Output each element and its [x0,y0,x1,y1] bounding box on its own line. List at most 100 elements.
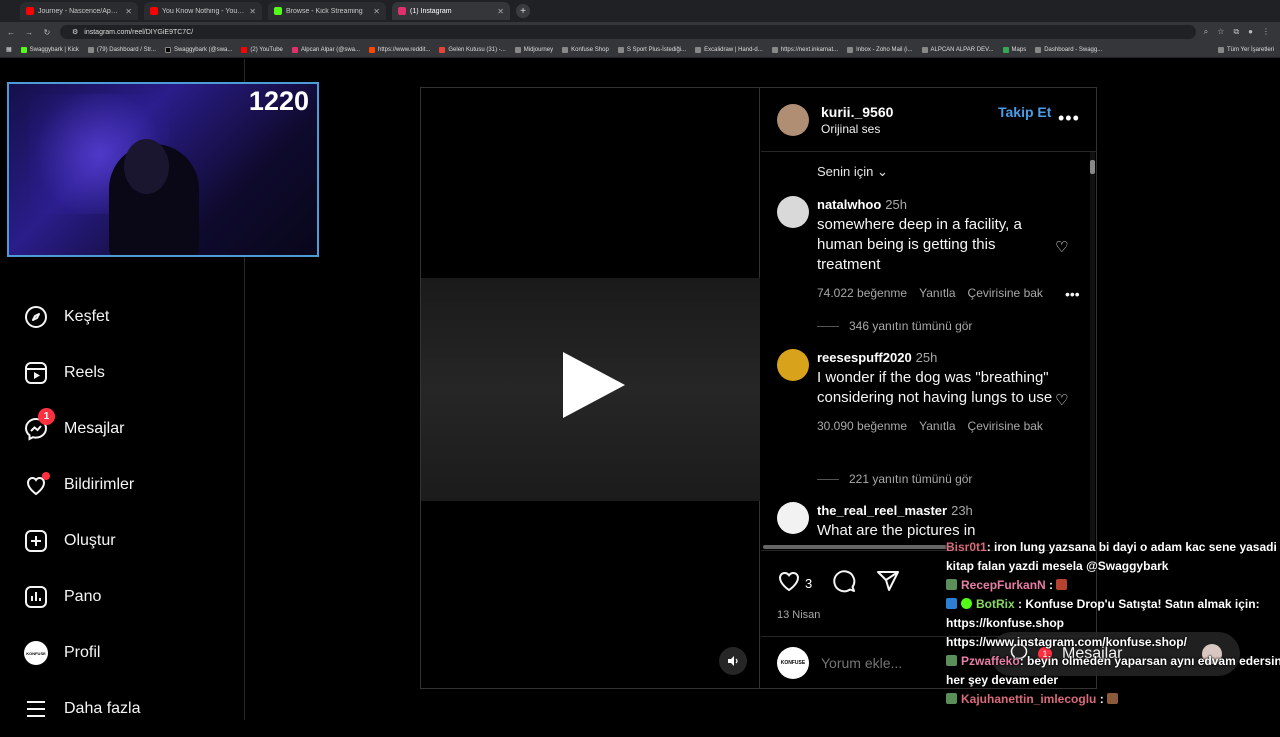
browser-tab[interactable]: Journey - Nascence/Apotheosis ✕ [20,2,138,20]
comment-like-icon[interactable]: ♡ [1055,391,1068,409]
commenter-avatar[interactable] [777,349,809,381]
bookmark[interactable]: Excalidraw | Hand-d... [695,46,763,53]
sidebar-item-explore[interactable]: Keşfet [24,289,141,345]
author-username[interactable]: kurii._9560 [821,104,893,120]
menu-dots-icon[interactable]: ⋮ [1262,27,1270,37]
bookmark[interactable]: https://next.inkarnat... [771,46,838,53]
sidebar-item-create[interactable]: Oluştur [24,513,141,569]
browser-tab[interactable]: You Know Nothing - YouTube ✕ [144,2,262,20]
reply-button[interactable]: Yanıtla [919,286,955,300]
chat-text: https://konfuse.shop [946,616,1064,630]
profile-avatar: KONFUSE [24,641,48,665]
comment-username[interactable]: natalwhoo [817,197,881,212]
sidebar-item-dashboard[interactable]: Pano [24,569,141,625]
scrollbar-thumb[interactable] [763,545,953,549]
bookmark[interactable]: Dashboard - Swagg... [1035,46,1102,53]
translate-button[interactable]: Çevirisine bak [968,286,1043,300]
profile-icon[interactable]: ● [1248,27,1253,37]
comment-actions: 30.090 beğenme Yanıtla Çevirisine bak [817,419,1057,433]
extension-icon[interactable]: ⧉ [1233,27,1239,37]
comment-sort-dropdown[interactable]: Senin için ⌄ [817,164,888,180]
bookmark[interactable]: Inbox - Zoho Mail (i... [847,46,913,53]
webcam-person-head [124,139,169,194]
bookmark-label: S Sport Plus-İstediği... [626,46,687,53]
close-tab-icon[interactable]: ✕ [497,7,504,16]
bookmark[interactable]: Maps [1002,46,1027,53]
sidebar-nav: Keşfet Reels 1 Mesajlar Bildirimler Oluş… [24,289,141,737]
bookmark[interactable]: Swaggybark | Kick [20,46,79,53]
author-avatar[interactable] [777,103,809,136]
translate-button[interactable]: Çevirisine bak [968,419,1043,433]
bookmark[interactable]: (2) YouTube [241,46,283,53]
sidebar-item-label: Mesajlar [64,420,125,437]
view-replies-label: 346 yanıtın tümünü gör [849,319,973,333]
close-tab-icon[interactable]: ✕ [249,7,256,16]
comment-header: reesespuff2020 25h [817,349,1057,367]
bookmark-label: Maps [1011,46,1027,53]
comments-scrollbar[interactable] [1090,152,1095,548]
all-bookmarks[interactable]: Tüm Yer İşaretleri [1217,46,1274,53]
sidebar-item-notifications[interactable]: Bildirimler [24,457,141,513]
comment-like-icon[interactable]: ♡ [1055,238,1068,256]
view-replies[interactable]: 221 yanıtın tümünü gör [817,472,972,486]
bookmark[interactable]: https://www.reddit... [369,46,430,53]
view-replies[interactable]: 346 yanıtın tümünü gör [817,319,972,333]
comment-more-icon[interactable]: ••• [1065,286,1080,302]
url-text: instagram.com/reel/DIYGiE9TC7C/ [84,28,194,36]
youtube-favicon-icon [26,7,34,15]
site-info-icon[interactable]: ⚙ [72,28,78,36]
plus-square-icon [24,529,48,553]
commenter-avatar[interactable] [777,196,809,228]
apps-icon[interactable]: ▦ [6,46,12,53]
reload-icon[interactable]: ↻ [42,28,52,37]
sidebar-item-more[interactable]: Daha fazla [24,681,141,737]
sidebar-item-messages[interactable]: 1 Mesajlar [24,401,141,457]
reel-header: kurii._9560 Orijinal ses Takip Et ••• [761,88,1097,152]
avatar-icon: KONFUSE [24,641,48,665]
bookmark[interactable]: Konfuse Shop [562,46,609,53]
comment-likes[interactable]: 30.090 beğenme [817,419,907,433]
url-bar[interactable]: ⚙ instagram.com/reel/DIYGiE9TC7C/ [60,25,1196,39]
browser-tab-active[interactable]: (1) Instagram ✕ [392,2,510,20]
comment-icon[interactable] [832,569,856,598]
chat-text: kitap falan yazdi mesela @Swaggybark [946,559,1169,573]
back-icon[interactable]: ← [6,28,16,37]
play-icon[interactable] [563,352,625,418]
share-icon[interactable] [876,569,900,598]
bookmark[interactable]: Swaggybark (@swa... [164,46,232,53]
bookmark[interactable]: S Sport Plus-İstediği... [617,46,687,53]
forward-icon[interactable]: → [24,28,34,37]
comment-header: the_real_reel_master 23h [817,502,1057,520]
sidebar-item-profile[interactable]: KONFUSE Profil [24,625,141,681]
browser-tab[interactable]: Browse - Kick Streaming ✕ [268,2,386,20]
chat-username: RecepFurkanN [961,578,1046,592]
comment-username[interactable]: reesespuff2020 [817,350,912,365]
bookmark-star-icon[interactable]: ☆ [1217,27,1224,37]
follow-button[interactable]: Takip Et [998,104,1051,120]
sidebar-item-reels[interactable]: Reels [24,345,141,401]
browser-tabbar: Journey - Nascence/Apotheosis ✕ You Know … [0,0,1280,22]
reply-button[interactable]: Yanıtla [919,419,955,433]
like-count[interactable]: 3 [805,576,812,591]
new-tab-button[interactable]: + [516,4,530,18]
like-icon[interactable] [777,570,801,597]
close-tab-icon[interactable]: ✕ [125,7,132,16]
bookmark[interactable]: Alpcan Alpar (@swa... [291,46,360,53]
more-options-icon[interactable]: ••• [1058,108,1080,129]
comment-username[interactable]: the_real_reel_master [817,503,947,518]
bookmark[interactable]: Gelen Kutusu (31) -... [439,46,506,53]
reel-video[interactable] [421,88,760,688]
bookmark[interactable]: ALPCAN ALPAR DEV... [921,46,994,53]
commenter-avatar[interactable] [777,502,809,534]
bookmark[interactable]: Midjourney [514,46,553,53]
close-tab-icon[interactable]: ✕ [373,7,380,16]
audio-label[interactable]: Orijinal ses [821,122,893,136]
comment-time: 25h [915,350,938,365]
comment-likes[interactable]: 74.022 beğenme [817,286,907,300]
scrollbar-thumb[interactable] [1090,160,1095,174]
volume-icon[interactable] [719,647,747,675]
bookmark[interactable]: (79) Dashboard / Str... [87,46,156,53]
dashboard-icon [24,585,48,609]
view-replies-label: 221 yanıtın tümünü gör [849,472,973,486]
zoom-icon[interactable]: ⌕ [1204,27,1208,37]
